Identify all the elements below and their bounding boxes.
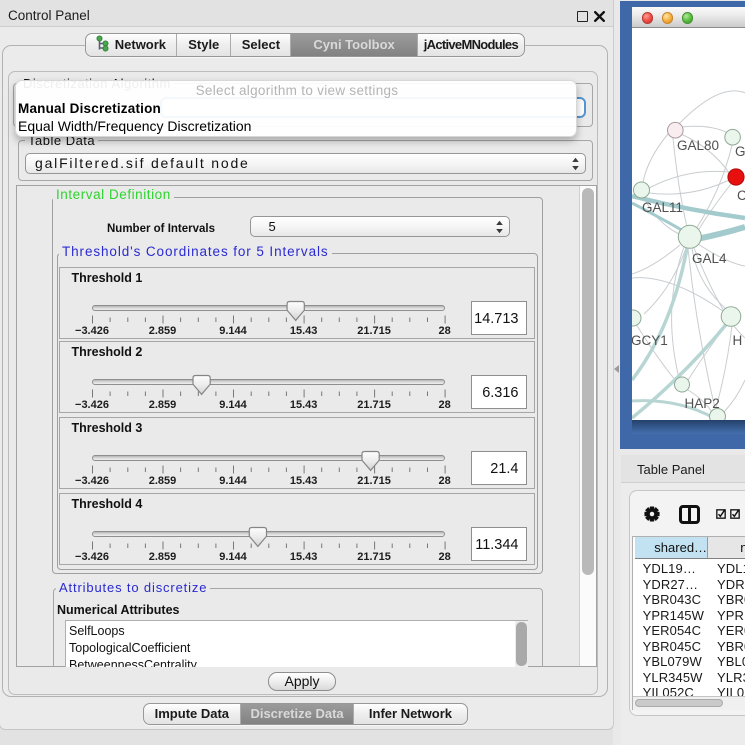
svg-text:GAL80: GAL80	[677, 138, 719, 153]
svg-text:GCY1: GCY1	[632, 333, 668, 348]
svg-text:H: H	[733, 333, 743, 348]
svg-text:HAP2: HAP2	[685, 396, 720, 411]
svg-text:GAL4: GAL4	[692, 251, 727, 266]
svg-text:G: G	[735, 144, 745, 159]
svg-text:C: C	[737, 188, 745, 203]
svg-text:GAL11: GAL11	[642, 200, 683, 215]
